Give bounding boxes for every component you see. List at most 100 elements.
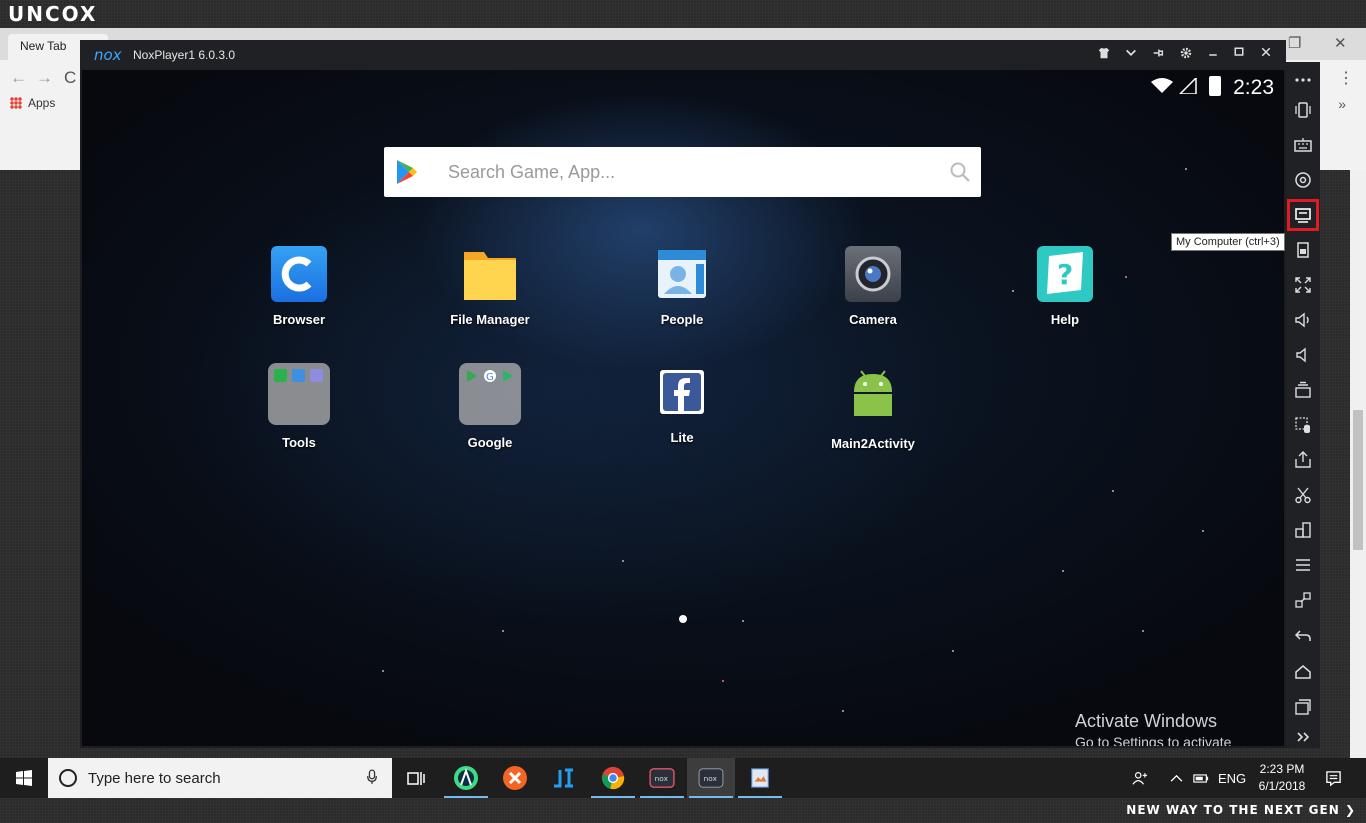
nox-side-toolbar	[1286, 62, 1320, 748]
multi-window-icon[interactable]	[1291, 518, 1315, 542]
browser-scrollbar[interactable]	[1350, 170, 1366, 758]
jetbrains-taskbar-icon[interactable]	[540, 758, 588, 798]
back-arrow-icon[interactable]	[1291, 624, 1315, 648]
nox-multi-taskbar-icon[interactable]: nox	[638, 758, 686, 798]
more-bookmarks-icon[interactable]: »	[1338, 96, 1346, 112]
recent-apps-icon[interactable]	[1291, 695, 1315, 719]
my-computer-tooltip: My Computer (ctrl+3)	[1171, 233, 1285, 251]
macro-icon[interactable]	[1291, 413, 1315, 437]
action-center-icon[interactable]	[1325, 758, 1342, 798]
expand-toolbar-icon[interactable]	[1291, 725, 1315, 749]
fullscreen-icon[interactable]	[1291, 273, 1315, 297]
multi-instance-icon[interactable]	[1291, 378, 1315, 402]
app-label: Tools	[282, 435, 316, 450]
cortana-icon	[59, 769, 77, 787]
shake-icon[interactable]	[1291, 98, 1315, 122]
app-google[interactable]: G Google	[420, 363, 560, 450]
search-icon[interactable]	[949, 161, 971, 183]
status-time: 2:23	[1233, 76, 1274, 99]
apk-upload-icon[interactable]	[1291, 448, 1315, 472]
chevron-down-icon[interactable]	[1123, 46, 1139, 62]
home-icon[interactable]	[1291, 660, 1315, 684]
minimize-icon[interactable]	[1205, 46, 1221, 62]
restore-icon[interactable]: ❐	[1288, 34, 1301, 52]
app-help[interactable]: ? Help	[995, 246, 1135, 327]
page-indicator	[679, 615, 687, 623]
pin-icon[interactable]	[1150, 46, 1166, 62]
microphone-icon[interactable]	[366, 769, 378, 789]
back-icon[interactable]: ←	[10, 68, 27, 88]
app-label: Main2Activity	[831, 436, 915, 451]
nox-logo: nox	[94, 46, 122, 64]
scissors-icon[interactable]	[1291, 483, 1315, 507]
scrollbar-thumb[interactable]	[1353, 410, 1363, 550]
nox-player-taskbar-icon[interactable]: nox	[687, 758, 735, 798]
browser-menu-icon[interactable]: ⋮	[1338, 68, 1354, 88]
nox-window: nox NoxPlayer1 6.0.3.0 2:23 Search Game,…	[80, 40, 1286, 748]
app-lite[interactable]: Lite	[612, 370, 752, 445]
svg-text:nox: nox	[704, 774, 718, 783]
facebook-lite-icon	[660, 370, 704, 414]
people-icon	[654, 246, 710, 302]
app-tools[interactable]: Tools	[229, 363, 369, 450]
sync-icon[interactable]	[1291, 588, 1315, 612]
watermark-line2: Go to Settings to activate Windows.	[1075, 734, 1232, 746]
my-computer-icon[interactable]	[1287, 199, 1319, 231]
battery-icon	[1209, 76, 1222, 96]
windows-start-icon[interactable]	[0, 758, 48, 798]
tools-folder-icon	[268, 363, 330, 425]
brand-tagline: NEW WAY TO THE NEXT GEN ❯	[1126, 803, 1356, 817]
reload-icon[interactable]: C	[64, 68, 76, 88]
task-view-icon[interactable]	[392, 758, 440, 798]
svg-text:nox: nox	[655, 774, 669, 783]
show-hidden-icons[interactable]	[1170, 758, 1183, 798]
bookmark-apps[interactable]: Apps	[10, 96, 55, 110]
apk-install-icon[interactable]	[1291, 238, 1315, 262]
activate-windows-watermark: Activate Windows Go to Settings to activ…	[1075, 711, 1284, 746]
android-studio-taskbar-icon[interactable]	[442, 758, 490, 798]
volume-up-icon[interactable]	[1291, 308, 1315, 332]
shirt-icon[interactable]	[1096, 46, 1112, 62]
android-screen[interactable]: 2:23 Search Game, App... Browser File Ma…	[82, 70, 1284, 746]
people-tray-icon[interactable]	[1132, 758, 1148, 798]
app-people[interactable]: People	[612, 246, 752, 327]
windows-taskbar: Type here to search nox nox ENG 2:23 PM …	[0, 758, 1366, 798]
close-icon[interactable]: ✕	[1334, 34, 1347, 52]
nox-close-icon[interactable]	[1258, 46, 1274, 62]
photos-taskbar-icon[interactable]	[736, 758, 784, 798]
android-icon	[848, 368, 898, 418]
google-folder-icon: G	[459, 363, 521, 425]
taskbar-clock[interactable]: 2:23 PM 6/1/2018	[1252, 761, 1312, 795]
battery-tray-icon[interactable]	[1193, 758, 1209, 798]
location-icon[interactable]	[1291, 168, 1315, 192]
chrome-taskbar-icon[interactable]	[589, 758, 637, 798]
brand-bar: UNCOX	[0, 0, 1366, 28]
svg-text:?: ?	[1057, 258, 1073, 291]
app-label: People	[660, 312, 704, 327]
taskbar-search-placeholder: Type here to search	[88, 770, 221, 787]
app-camera[interactable]: Camera	[803, 246, 943, 327]
app-main2activity[interactable]: Main2Activity	[803, 368, 943, 451]
maximize-icon[interactable]	[1231, 46, 1247, 62]
menu-icon[interactable]	[1291, 553, 1315, 577]
app-file-manager[interactable]: File Manager	[420, 246, 560, 327]
xampp-taskbar-icon[interactable]	[491, 758, 539, 798]
play-store-search[interactable]: Search Game, App...	[384, 147, 981, 197]
taskbar-search[interactable]: Type here to search	[48, 758, 392, 798]
clock-time: 2:23 PM	[1259, 762, 1305, 776]
settings-gear-icon[interactable]	[1178, 46, 1194, 62]
keyboard-icon[interactable]	[1291, 133, 1315, 157]
camera-icon	[845, 246, 901, 302]
app-label: Help	[1050, 312, 1080, 327]
nox-titlebar[interactable]: nox NoxPlayer1 6.0.3.0	[80, 40, 1286, 70]
file-manager-icon	[462, 246, 518, 302]
forward-icon[interactable]: →	[36, 68, 53, 88]
language-indicator[interactable]: ENG	[1218, 758, 1246, 798]
app-label: Browser	[272, 312, 326, 327]
bookmark-apps-label: Apps	[28, 96, 56, 110]
app-browser[interactable]: Browser	[229, 246, 369, 327]
signal-icon	[1179, 78, 1198, 94]
clock-date: 6/1/2018	[1258, 779, 1306, 793]
volume-down-icon[interactable]	[1291, 343, 1315, 367]
more-dots-icon[interactable]	[1291, 68, 1315, 92]
